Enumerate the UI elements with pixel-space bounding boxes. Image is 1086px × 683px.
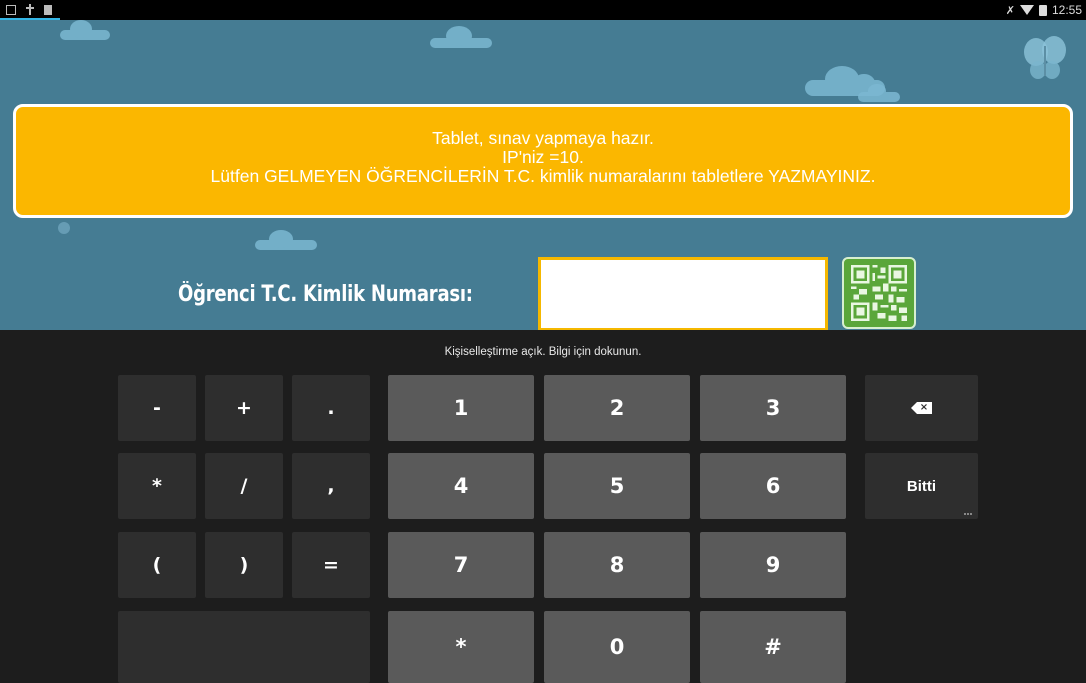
student-id-input[interactable] [538, 257, 828, 330]
butterfly-icon [1024, 36, 1066, 79]
key-star[interactable]: * [388, 611, 534, 683]
key-5[interactable]: 5 [544, 453, 690, 519]
qr-scan-button[interactable] [842, 257, 916, 329]
key-1[interactable]: 1 [388, 375, 534, 441]
numeric-keyboard: Kişiselleştirme açık. Bilgi için dokunun… [0, 330, 1086, 683]
battery-icon [1038, 4, 1047, 16]
notice-line-3: Lütfen GELMEYEN ÖĞRENCİLERİN T.C. kimlik… [210, 166, 876, 186]
key-close-paren[interactable]: ) [205, 532, 283, 598]
image-icon [6, 4, 16, 15]
mute-icon: ✗ [1005, 3, 1015, 17]
status-time: 12:55 [1051, 3, 1082, 17]
status-bar: ✗ 12:55 [0, 0, 1086, 20]
key-slash[interactable]: / [205, 453, 283, 519]
wifi-icon [1019, 5, 1034, 15]
key-plus[interactable]: + [205, 375, 283, 441]
key-8[interactable]: 8 [544, 532, 690, 598]
keyboard-hint[interactable]: Kişiselleştirme açık. Bilgi için dokunun… [0, 346, 1086, 358]
key-open-paren[interactable]: ( [118, 532, 196, 598]
key-9[interactable]: 9 [700, 532, 846, 598]
done-key[interactable]: Bitti [865, 453, 978, 519]
key-minus[interactable]: - [118, 375, 196, 441]
key-equals[interactable]: = [292, 532, 370, 598]
cloud-decoration [430, 26, 492, 48]
ready-notice-banner: Tablet, sınav yapmaya hazır. IP'niz =10.… [13, 104, 1073, 218]
cloud-decoration [255, 230, 317, 250]
key-6[interactable]: 6 [700, 453, 846, 519]
cloud-decoration [858, 84, 900, 102]
key-space[interactable] [118, 611, 370, 683]
notice-line-1: Tablet, sınav yapmaya hazır. [432, 128, 654, 148]
backspace-icon [910, 402, 933, 414]
key-comma[interactable]: , [292, 453, 370, 519]
key-7[interactable]: 7 [388, 532, 534, 598]
exam-app-screen: Tablet, sınav yapmaya hazır. IP'niz =10.… [0, 20, 1086, 330]
key-asterisk[interactable]: * [118, 453, 196, 519]
usb-icon [26, 4, 34, 15]
student-id-label: Öğrenci T.C. Kimlik Numarası: [178, 282, 473, 307]
key-2[interactable]: 2 [544, 375, 690, 441]
key-0[interactable]: 0 [544, 611, 690, 683]
signal-bars-icon [44, 4, 52, 15]
key-3[interactable]: 3 [700, 375, 846, 441]
qr-code-icon [851, 265, 907, 321]
cloud-decoration [60, 20, 110, 40]
flower-decoration [58, 222, 70, 234]
key-hash[interactable]: # [700, 611, 846, 683]
key-period[interactable]: . [292, 375, 370, 441]
notice-line-2: IP'niz =10. [502, 147, 584, 167]
backspace-key[interactable] [865, 375, 978, 441]
key-4[interactable]: 4 [388, 453, 534, 519]
